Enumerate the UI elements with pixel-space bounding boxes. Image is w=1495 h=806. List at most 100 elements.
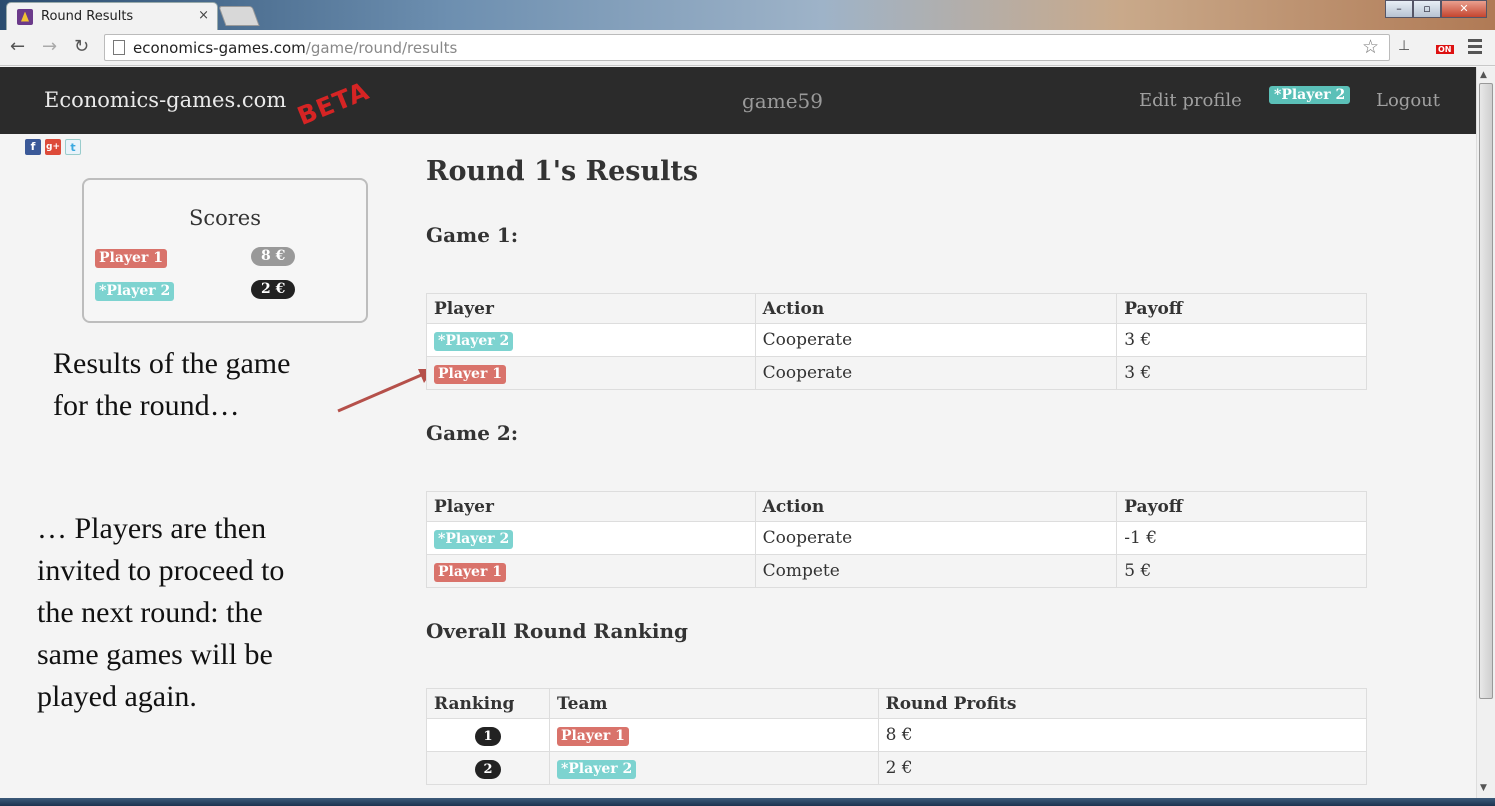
annotation-arrow-icon: [337, 369, 434, 413]
action-cell: Cooperate: [754, 356, 1118, 390]
rank-badge: 1: [474, 726, 501, 746]
url-path: /game/round/results: [305, 38, 458, 57]
extension-on-icon[interactable]: ON: [1432, 37, 1456, 59]
page-icon: [113, 40, 125, 55]
scrollbar-thumb[interactable]: [1479, 83, 1493, 699]
bookmark-star-icon[interactable]: ☆: [1362, 36, 1379, 58]
site-brand[interactable]: Economics-games.com: [44, 88, 286, 112]
current-player-badge: *Player 2: [1269, 86, 1351, 104]
tab-close-icon[interactable]: ×: [198, 8, 209, 23]
annotation-line: … Players are then: [37, 512, 267, 545]
googleplus-icon[interactable]: g+: [45, 139, 61, 155]
minimize-button[interactable]: –: [1385, 0, 1413, 18]
game-name: game59: [742, 89, 823, 113]
new-tab-button[interactable]: [218, 6, 260, 26]
window-titlebar: Round Results × – ▫ ✕: [0, 0, 1495, 30]
social-links: f g+ t: [25, 139, 81, 155]
beta-stamp: BETA: [293, 76, 374, 131]
game2-heading: Game 2:: [426, 421, 519, 445]
back-arrow-icon[interactable]: ←: [10, 36, 25, 57]
player-label: Player 1: [434, 364, 506, 384]
action-cell: Compete: [754, 554, 1118, 588]
player-label: Player 1: [556, 726, 629, 746]
ranking-heading: Overall Round Ranking: [426, 619, 688, 643]
scores-panel: Scores Player 1 8 € *Player 2 2 €: [82, 178, 368, 323]
table-row: *Player 2 Cooperate -1 €: [426, 521, 1367, 555]
close-window-button[interactable]: ✕: [1441, 0, 1487, 18]
score-row: Player 1 8 €: [95, 247, 355, 268]
score-badge: 2 €: [251, 280, 296, 299]
table-row: *Player 2 Cooperate 3 €: [426, 323, 1367, 357]
os-taskbar: [0, 798, 1495, 806]
column-header: Ranking: [426, 688, 550, 719]
page-title: Round 1's Results: [426, 156, 699, 187]
score-badge: 8 €: [251, 247, 296, 266]
forward-arrow-icon[interactable]: →: [42, 36, 57, 57]
action-cell: Cooperate: [754, 323, 1118, 357]
player-label: *Player 2: [556, 759, 637, 779]
game1-heading: Game 1:: [426, 223, 519, 247]
profit-cell: 8 €: [877, 718, 1368, 752]
annotation-results: Results of the game for the round…: [53, 343, 290, 427]
annotation-next-round: … Players are then invited to proceed to…: [37, 508, 284, 718]
annotation-line: the next round: the: [37, 596, 263, 629]
action-cell: Cooperate: [754, 521, 1118, 555]
site-navbar: Economics-games.com BETA game59 Edit pro…: [0, 67, 1476, 134]
scores-title: Scores: [188, 206, 262, 230]
address-bar[interactable]: economics-games.com/game/round/results ☆: [104, 34, 1390, 61]
payoff-cell: 3 €: [1116, 323, 1367, 357]
player-label: *Player 2: [434, 331, 514, 351]
table-row: 2 *Player 2 2 €: [426, 751, 1368, 785]
game1-table: Player Action Payoff *Player 2 Cooperate…: [426, 293, 1367, 390]
extension-icon[interactable]: ⊥: [1398, 38, 1410, 54]
table-row: 1 Player 1 8 €: [426, 718, 1368, 752]
reload-icon[interactable]: ↻: [74, 36, 89, 57]
column-header: Payoff: [1116, 491, 1367, 522]
annotation-line: for the round…: [53, 389, 240, 422]
scroll-down-arrow-icon[interactable]: ▼: [1480, 783, 1487, 793]
payoff-cell: 3 €: [1116, 356, 1367, 390]
rank-badge: 2: [474, 759, 501, 779]
page-viewport: Economics-games.com BETA game59 Edit pro…: [0, 67, 1476, 798]
table-header-row: Player Action Payoff: [426, 293, 1367, 324]
payoff-cell: 5 €: [1116, 554, 1367, 588]
twitter-icon[interactable]: t: [65, 139, 81, 155]
column-header: Team: [548, 688, 879, 719]
table-header-row: Ranking Team Round Profits: [426, 688, 1368, 719]
vertical-scrollbar[interactable]: ▲ ▼: [1476, 67, 1495, 798]
window-controls: – ▫ ✕: [1385, 0, 1487, 18]
facebook-icon[interactable]: f: [25, 139, 41, 155]
tab-title: Round Results: [41, 9, 134, 24]
player-label: Player 1: [434, 562, 506, 582]
column-header: Round Profits: [877, 688, 1368, 719]
table-header-row: Player Action Payoff: [426, 491, 1367, 522]
ranking-table: Ranking Team Round Profits 1 Player 1 8 …: [426, 688, 1368, 785]
browser-tab[interactable]: Round Results ×: [6, 2, 218, 30]
profit-cell: 2 €: [877, 751, 1368, 785]
url-domain: economics-games.com: [133, 38, 306, 57]
browser-menu-icon[interactable]: [1468, 39, 1482, 57]
edit-profile-link[interactable]: Edit profile: [1139, 90, 1242, 111]
player-label: *Player 2: [95, 282, 175, 301]
annotation-line: played again.: [37, 680, 197, 713]
maximize-button[interactable]: ▫: [1413, 0, 1441, 18]
browser-toolbar: ← → ↻ economics-games.com/game/round/res…: [0, 30, 1495, 66]
column-header: Action: [754, 293, 1118, 324]
player-label: *Player 2: [434, 529, 514, 549]
game2-table: Player Action Payoff *Player 2 Cooperate…: [426, 491, 1367, 588]
column-header: Payoff: [1116, 293, 1367, 324]
column-header: Player: [426, 293, 756, 324]
extension-on-label: ON: [1436, 45, 1454, 54]
site-favicon-icon: [17, 8, 33, 25]
annotation-line: same games will be: [37, 638, 273, 671]
table-row: Player 1 Cooperate 3 €: [426, 356, 1367, 390]
scroll-up-arrow-icon[interactable]: ▲: [1480, 70, 1487, 80]
logout-link[interactable]: Logout: [1376, 90, 1440, 111]
table-row: Player 1 Compete 5 €: [426, 554, 1367, 588]
payoff-cell: -1 €: [1116, 521, 1367, 555]
annotation-line: Results of the game: [53, 347, 291, 380]
score-row: *Player 2 2 €: [95, 280, 355, 301]
column-header: Action: [754, 491, 1118, 522]
player-label: Player 1: [95, 249, 167, 268]
url-text: economics-games.com/game/round/results: [133, 39, 457, 57]
